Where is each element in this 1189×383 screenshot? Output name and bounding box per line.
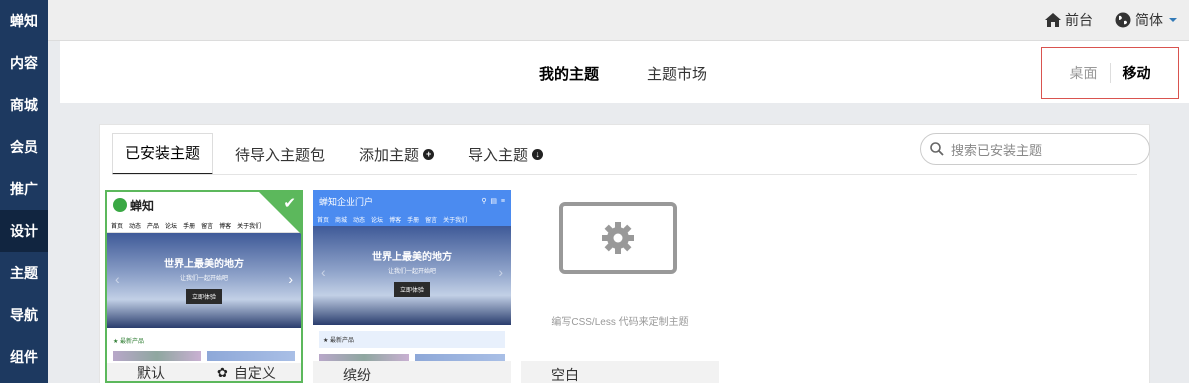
preview-header-icons: ⚲ ▤ ≡ <box>481 198 505 205</box>
customize-label: 自定义 <box>233 365 276 381</box>
preview-nav-item: 动态 <box>129 223 142 230</box>
blank-theme-frame <box>559 202 677 274</box>
sidebar-item-shop[interactable]: 商城 <box>0 84 48 126</box>
card-footer: 默认 ✿ 自定义 <box>107 359 301 381</box>
preview-nav-item: 首页 <box>317 217 330 224</box>
home-icon <box>1045 13 1061 27</box>
chevron-left-icon: ‹ <box>321 264 326 280</box>
preview-nav-item: 留言 <box>201 223 214 230</box>
preview-nav-item: 论坛 <box>165 223 178 230</box>
sidebar-item-promotion[interactable]: 推广 <box>0 168 48 210</box>
preview-hero-title: 世界上最美的地方 <box>372 252 452 263</box>
frontend-link[interactable]: 前台 <box>1045 10 1093 30</box>
preview-nav-item: 产品 <box>147 223 160 230</box>
caret-down-icon <box>1169 18 1177 22</box>
preview-nav-item: 手册 <box>407 217 420 224</box>
globe-icon <box>1115 12 1131 28</box>
preview-products-label: 最新产品 <box>330 338 355 344</box>
logo-icon <box>113 198 127 212</box>
sidebar-item-theme[interactable]: 主题 <box>0 252 48 294</box>
tab-add-label: 添加主题 <box>359 147 420 164</box>
language-label: 简体 <box>1135 12 1163 28</box>
preview-nav-item: 手册 <box>183 223 196 230</box>
preview-nav-item: 留言 <box>425 217 438 224</box>
gear-icon: ✿ <box>217 365 228 380</box>
download-circle-icon: ↓ <box>532 149 544 160</box>
tab-divider <box>112 174 1137 175</box>
preview-swatches <box>313 348 511 361</box>
check-icon: ✔ <box>283 195 296 212</box>
frontend-label: 前台 <box>1065 12 1093 28</box>
tab-add-theme[interactable]: 添加主题 + <box>347 144 446 175</box>
preview-nav: 首页 商城 动态 论坛 博客 手册 留言 关于我们 <box>313 212 511 226</box>
preview-nav-item: 首页 <box>111 223 124 230</box>
preview-nav-item: 关于我们 <box>443 217 468 224</box>
gear-icon <box>602 222 634 254</box>
preview-nav-item: 关于我们 <box>237 223 262 230</box>
sidebar-item-widgets[interactable]: 组件 <box>0 336 48 378</box>
preview-hero-button: 立即体验 <box>393 282 430 297</box>
chevron-right-icon: › <box>288 271 293 287</box>
panel-tabs: 已安装主题 待导入主题包 添加主题 + 导入主题 ↓ <box>112 133 565 175</box>
preview-products: ★ 最新产品 <box>113 339 145 345</box>
preview-nav-item: 动态 <box>353 217 366 224</box>
preview-header: 蝉知企业门户 ⚲ ▤ ≡ <box>313 190 511 212</box>
sidebar-item-design[interactable]: 设计 <box>0 210 48 252</box>
theme-subnav: 我的主题 主题市场 桌面 移动 <box>60 41 1189 103</box>
chevron-right-icon: › <box>498 264 503 280</box>
sidebar: 蝉知 内容 商城 会员 推广 设计 主题 导航 组件 <box>0 0 48 383</box>
theme-search-input[interactable]: 搜索已安装主题 <box>920 133 1150 165</box>
theme-card-blank[interactable]: 编写CSS/Less 代码来定制主题 空白 <box>521 190 719 383</box>
preview-hero: 世界上最美的地方 让我们一起开始吧 立即体验 ‹ › <box>313 226 511 325</box>
blank-theme-description: 编写CSS/Less 代码来定制主题 <box>551 317 689 328</box>
preview-brand: 蝉知 <box>130 198 155 213</box>
preview-nav-item: 博客 <box>389 217 402 224</box>
plus-circle-icon: + <box>423 149 435 160</box>
theme-name: 缤纷 <box>343 367 371 383</box>
preview-products: ★ 最新产品 <box>319 331 505 348</box>
preview-hero-subtitle: 让我们一起开始吧 <box>387 269 436 275</box>
tab-pending-label: 待导入主题包 <box>235 147 326 164</box>
preview-hero: 世界上最美的地方 让我们一起开始吧 立即体验 ‹ › <box>107 233 301 328</box>
top-bar: 前台 简体 <box>48 0 1189 41</box>
theme-preview: 编写CSS/Less 代码来定制主题 <box>521 190 719 361</box>
device-switch: 桌面 移动 <box>1041 47 1179 99</box>
tab-import-theme[interactable]: 导入主题 ↓ <box>456 144 555 175</box>
preview-hero-title: 世界上最美的地方 <box>164 259 244 270</box>
chevron-left-icon: ‹ <box>115 271 120 287</box>
search-icon <box>930 142 944 156</box>
theme-card-colorful[interactable]: 蝉知企业门户 ⚲ ▤ ≡ 首页 商城 动态 论坛 博客 手册 留言 关于我们 世… <box>313 190 511 383</box>
sidebar-item-members[interactable]: 会员 <box>0 126 48 168</box>
theme-name: 默认 <box>137 365 165 381</box>
device-desktop-button[interactable]: 桌面 <box>1070 63 1111 83</box>
theme-card-default[interactable]: 蝉知 ⚲ ▤ 首页 动态 产品 论坛 手册 留言 博客 关于我们 世界上最美的地… <box>105 190 303 383</box>
preview-logo: 蝉知 <box>113 197 154 214</box>
theme-name: 空白 <box>551 367 579 383</box>
preview-nav-item: 博客 <box>219 223 232 230</box>
tab-my-themes[interactable]: 我的主题 <box>539 63 599 84</box>
tab-installed-label: 已安装主题 <box>125 145 201 162</box>
preview-nav-item: 商城 <box>335 217 348 224</box>
search-placeholder: 搜索已安装主题 <box>951 142 1043 158</box>
preview-hero-subtitle: 让我们一起开始吧 <box>179 276 228 282</box>
language-dropdown[interactable]: 简体 <box>1115 10 1177 30</box>
preview-products-label: 最新产品 <box>120 339 145 345</box>
customize-link[interactable]: ✿ 自定义 <box>217 363 276 381</box>
preview-nav-item: 论坛 <box>371 217 384 224</box>
sidebar-item-content[interactable]: 内容 <box>0 42 48 84</box>
tab-pending-packages[interactable]: 待导入主题包 <box>223 144 337 175</box>
sidebar-item-navigation[interactable]: 导航 <box>0 294 48 336</box>
tab-import-label: 导入主题 <box>468 147 529 164</box>
card-footer: 缤纷 <box>313 361 511 383</box>
device-mobile-button[interactable]: 移动 <box>1123 63 1151 83</box>
tab-theme-market[interactable]: 主题市场 <box>647 63 707 84</box>
preview-product-image <box>319 354 409 361</box>
preview-brand: 蝉知企业门户 <box>319 196 374 207</box>
tab-installed-themes[interactable]: 已安装主题 <box>112 133 214 175</box>
sidebar-item-brand[interactable]: 蝉知 <box>0 0 48 42</box>
card-footer: 空白 <box>521 361 719 383</box>
preview-product-image <box>415 354 505 361</box>
theme-preview: 蝉知企业门户 ⚲ ▤ ≡ 首页 商城 动态 论坛 博客 手册 留言 关于我们 世… <box>313 190 511 361</box>
preview-hero-button: 立即体验 <box>185 289 222 304</box>
